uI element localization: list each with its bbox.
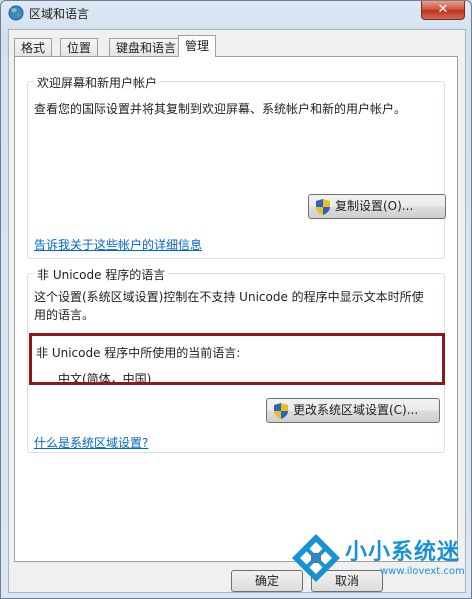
copy-settings-label: 复制设置(O)... [335, 199, 414, 213]
change-system-locale-label: 更改系统区域设置(C)... [293, 403, 419, 417]
tab-keyboards-languages[interactable]: 键盘和语言 [109, 38, 184, 56]
region-language-window: 区域和语言 ✕ 格式 位置 键盘和语言 管理 欢迎屏幕和新用户帐户 查看您的国际… [0, 0, 472, 599]
copy-settings-button[interactable]: 复制设置(O)... [308, 194, 446, 219]
watermark-x-icon [292, 534, 340, 582]
watermark-text: 小小系统迷 [345, 540, 461, 565]
tab-panel-administrative: 欢迎屏幕和新用户帐户 查看您的国际设置并将其复制到欢迎屏幕、系统帐户和新的用户帐… [14, 56, 458, 562]
change-system-locale-button[interactable]: 更改系统区域设置(C)... [266, 398, 440, 423]
watermark-logo: 小小系统迷 www.ilovext.com [290, 528, 468, 594]
window-title: 区域和语言 [29, 7, 90, 21]
account-details-link[interactable]: 告诉我关于这些帐户的详细信息 [34, 236, 202, 253]
dialog-client: 格式 位置 键盘和语言 管理 欢迎屏幕和新用户帐户 查看您的国际设置并将其复制到… [8, 29, 466, 593]
uac-shield-icon [316, 199, 330, 215]
tab-administrative[interactable]: 管理 [178, 35, 217, 57]
close-button[interactable]: ✕ [421, 1, 465, 20]
welcome-description: 查看您的国际设置并将其复制到欢迎屏幕、系统帐户和新的用户帐户。 [34, 102, 407, 116]
uac-shield-icon [274, 403, 288, 419]
unicode-group-title: 非 Unicode 程序的语言 [34, 266, 169, 283]
unicode-description-line-2: 用的语言。 [34, 308, 95, 322]
watermark-url: www.ilovext.com [380, 566, 465, 577]
globe-icon [8, 5, 24, 21]
unicode-description-line-1: 这个设置(系统区域设置)控制在不支持 Unicode 的程序中显示文本时所使 [34, 290, 424, 304]
system-locale-help-link[interactable]: 什么是系统区域设置? [34, 434, 148, 451]
tab-format[interactable]: 格式 [14, 38, 53, 56]
current-language-highlight [29, 333, 445, 385]
welcome-group-title: 欢迎屏幕和新用户帐户 [34, 74, 161, 91]
title-bar: 区域和语言 ✕ [1, 1, 471, 25]
welcome-screen-group: 欢迎屏幕和新用户帐户 查看您的国际设置并将其复制到欢迎屏幕、系统帐户和新的用户帐… [27, 74, 446, 259]
tab-location[interactable]: 位置 [60, 38, 99, 56]
